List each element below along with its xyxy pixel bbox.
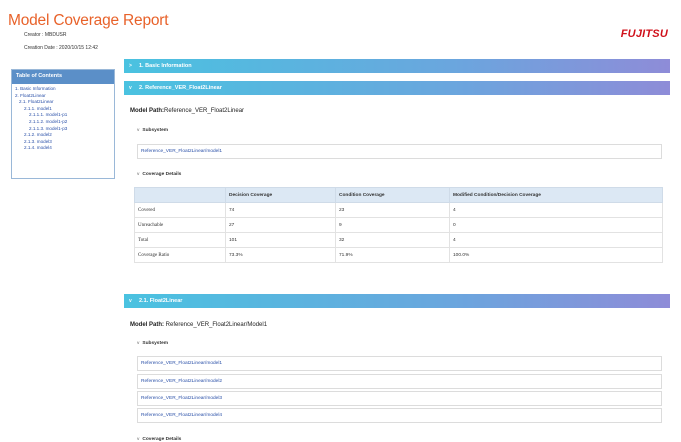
subsystem-label: Subsystem [142, 128, 168, 133]
chevron-down-icon: v [137, 172, 140, 177]
section-title: 1. Basic Information [139, 63, 192, 69]
table-row: Unreachable 27 9 0 [134, 217, 663, 233]
section-title: 2.1. Float2Linear [139, 298, 183, 304]
column-header [134, 187, 226, 203]
coverage-details-toggle[interactable]: v Coverage Details [137, 437, 181, 442]
toc-list: 1. Basic Information 2. Float2Linear 2.1… [12, 84, 114, 154]
column-header: Decision Coverage [225, 187, 336, 203]
chevron-down-icon: v [137, 128, 140, 133]
table-cell: 32 [335, 232, 450, 248]
table-cell: 74 [225, 202, 336, 218]
toc-link-model3[interactable]: 2.1.3. model3 [15, 139, 111, 146]
table-header-row: Decision Coverage Condition Coverage Mod… [134, 187, 663, 203]
table-row: Covered 74 23 4 [134, 202, 663, 218]
coverage-details-label: Coverage Details [142, 172, 182, 177]
page-title: Model Coverage Report [8, 12, 169, 29]
chevron-down-icon: v [137, 437, 140, 442]
chevron-down-icon: v [137, 341, 140, 346]
toc-link-float2linear-sub[interactable]: 2.1. Float2Linear [15, 99, 111, 106]
toc-link-basic-information[interactable]: 1. Basic Information [15, 86, 111, 93]
table-row: Total 101 32 4 [134, 232, 663, 248]
model-path-label: Model Path: [130, 322, 164, 328]
table-cell: 71.9% [335, 247, 450, 263]
coverage-details-label: Coverage Details [142, 437, 182, 442]
row-header: Total [134, 232, 226, 248]
table-of-contents: Table of Contents 1. Basic Information 2… [11, 69, 115, 179]
chevron-down-icon: v [129, 85, 132, 91]
fujitsu-logo: FUJITSU [620, 28, 668, 40]
column-header: Modified Condition/Decision Coverage [449, 187, 663, 203]
subsystem-link-model2[interactable]: Reference_VER_Float2Linear/model2 [137, 374, 662, 389]
model-path-value: Reference_VER_Float2Linear [164, 108, 245, 114]
coverage-details-toggle[interactable]: v Coverage Details [137, 172, 181, 177]
section-bar-reference[interactable]: v 2. Reference_VER_Float2Linear [124, 81, 670, 95]
row-header: Coverage Ratio [134, 247, 226, 263]
table-cell: 100.0% [449, 247, 663, 263]
model-path-line: Model Path:Reference_VER_Float2Linear [130, 108, 244, 114]
model-path-line: Model Path: Reference_VER_Float2Linear/M… [130, 322, 267, 328]
toc-link-float2linear[interactable]: 2. Float2Linear [15, 93, 111, 100]
model-path-value: Reference_VER_Float2Linear/Model1 [165, 322, 268, 328]
subsystem-link-model1[interactable]: Reference_VER_Float2Linear/model1 [137, 356, 662, 371]
table-row: Coverage Ratio 73.3% 71.9% 100.0% [134, 247, 663, 263]
toc-link-model1-p2[interactable]: 2.1.1.2. model1-p2 [15, 119, 111, 126]
coverage-table: Decision Coverage Condition Coverage Mod… [134, 187, 663, 263]
subsystem-toggle[interactable]: v Subsystem [137, 341, 168, 346]
table-cell: 9 [335, 217, 450, 233]
chevron-right-icon: > [129, 63, 132, 69]
section-bar-float2linear[interactable]: v 2.1. Float2Linear [124, 294, 670, 308]
toc-link-model4[interactable]: 2.1.4. model4 [15, 145, 111, 152]
column-header: Condition Coverage [335, 187, 450, 203]
subsystem-link-model3[interactable]: Reference_VER_Float2Linear/model3 [137, 391, 662, 406]
table-cell: 4 [449, 232, 663, 248]
creator-text: Creator : MBDUSR [24, 32, 67, 38]
toc-link-model1-p1[interactable]: 2.1.1.1. model1-p1 [15, 112, 111, 119]
table-cell: 4 [449, 202, 663, 218]
subsystem-label: Subsystem [142, 341, 168, 346]
section-title: 2. Reference_VER_Float2Linear [139, 85, 222, 91]
table-cell: 23 [335, 202, 450, 218]
toc-link-model1-p3[interactable]: 2.1.1.3. model1-p3 [15, 126, 111, 133]
table-cell: 101 [225, 232, 336, 248]
section-bar-basic-information[interactable]: > 1. Basic Information [124, 59, 670, 73]
subsystem-toggle[interactable]: v Subsystem [137, 128, 168, 133]
toc-title: Table of Contents [12, 70, 114, 84]
row-header: Unreachable [134, 217, 226, 233]
model-path-label: Model Path: [130, 108, 164, 114]
table-cell: 0 [449, 217, 663, 233]
subsystem-link-model4[interactable]: Reference_VER_Float2Linear/model4 [137, 408, 662, 423]
row-header: Covered [134, 202, 226, 218]
toc-link-model2[interactable]: 2.1.2. model2 [15, 132, 111, 139]
table-cell: 73.3% [225, 247, 336, 263]
table-cell: 27 [225, 217, 336, 233]
subsystem-link[interactable]: Reference_VER_Float2Linear/model1 [137, 144, 662, 159]
toc-link-model1[interactable]: 2.1.1. model1 [15, 106, 111, 113]
creation-date-text: Creation Date : 2020/10/15 12:42 [24, 45, 98, 51]
chevron-down-icon: v [129, 298, 132, 304]
